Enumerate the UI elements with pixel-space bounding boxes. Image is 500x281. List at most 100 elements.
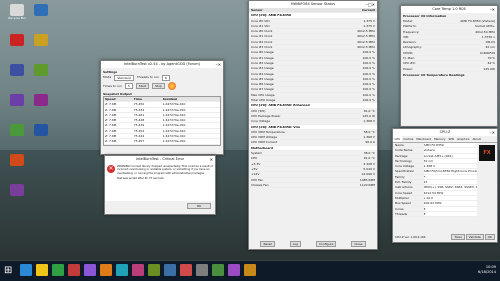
taskbar-app-icon[interactable]	[180, 264, 192, 276]
sensor-value: 100.0 %	[362, 87, 375, 92]
desktop-shortcut-label: Recycle Bin	[8, 16, 26, 20]
system-clock[interactable]: 10:09 6/18/2014	[478, 265, 496, 275]
output-cell: Z: 7.6M	[105, 118, 117, 123]
window-controls-icon[interactable]: –✕	[490, 129, 495, 136]
taskbar-app-icon[interactable]	[116, 264, 128, 276]
start-button-icon[interactable]: ⊞	[4, 265, 15, 276]
sensor-value: 100.0 %	[362, 98, 375, 103]
sensor-value	[313, 103, 377, 107]
cpuz-tab[interactable]: Memory	[433, 136, 447, 142]
times-input[interactable]: 5	[124, 83, 133, 89]
sensor-name: Core #1 VID	[251, 23, 270, 28]
desktop-shortcut[interactable]	[26, 94, 56, 106]
error-dialog-titlebar[interactable]: IntelBurnTest - Critical Error ✕	[105, 156, 215, 163]
application-icon	[10, 34, 24, 46]
cpuz-field-value: Vishera	[423, 148, 477, 153]
desktop-shortcut[interactable]	[26, 34, 56, 46]
cpuz-field-value: 32 nm	[423, 158, 477, 164]
snapshot-output-table[interactable]: Speed Time Residual Z: 7.6M 75.450 1.44727…	[103, 96, 221, 146]
desktop-shortcut[interactable]	[26, 64, 56, 76]
output-cell: 1.447279e-010	[162, 123, 186, 128]
application-icon	[34, 4, 48, 16]
cpuz-field-label: Ext. Family	[395, 180, 412, 185]
cpuz-tab[interactable]: Mainboard	[415, 136, 433, 142]
desktop-shortcut[interactable]	[26, 4, 56, 16]
taskbar-app-icon[interactable]	[36, 264, 48, 276]
cpuz-tab[interactable]: Graphics	[456, 136, 471, 142]
cpuz-field-label: Family	[395, 174, 405, 179]
desktop-shortcut[interactable]	[2, 184, 32, 196]
window-controls-icon[interactable]: –✕	[490, 6, 495, 13]
output-cell: Z: 7.6M	[104, 145, 134, 146]
window-controls-icon[interactable]: –✕	[216, 61, 221, 68]
sensor-row[interactable]: Chassis Fan 1120 RPM	[249, 183, 377, 189]
sensor-name: Core #7 Usage	[251, 87, 274, 92]
sensor-name: Core #2 Clock	[251, 39, 273, 44]
cpuz-titlebar[interactable]: CPU-Z –✕	[393, 129, 497, 136]
stop-button[interactable]: Stop	[152, 83, 165, 89]
taskbar-app-icon[interactable]	[196, 264, 208, 276]
threads-select[interactable]: 8	[161, 75, 170, 81]
coretemp-field-label: CPUID:	[403, 50, 414, 55]
taskbar-app-icon[interactable]	[244, 264, 256, 276]
coretemp-titlebar[interactable]: Core Temp 1.0 RC6 –✕	[401, 6, 497, 13]
burntest-titlebar[interactable]: IntelBurnTest v2.54 - by AgentGOD (Forum…	[101, 61, 223, 68]
application-icon	[10, 124, 24, 136]
close-icon[interactable]: ✕	[210, 156, 213, 163]
sensor-name: Core #4 Usage	[251, 71, 274, 76]
taskbar-app-icon[interactable]	[132, 264, 144, 276]
hwinfo-close-button[interactable]: Close	[351, 241, 366, 247]
cpuz-tab[interactable]: Caches	[402, 136, 415, 142]
sensor-name: +3.3V	[251, 161, 261, 166]
sensor-name: Motherboard	[251, 145, 273, 150]
desktop-shortcut[interactable]	[2, 154, 32, 166]
hwinfo-reset-button[interactable]: Reset	[260, 241, 275, 247]
taskbar-app-icon[interactable]	[20, 264, 32, 276]
window-controls-icon[interactable]: –□✕	[366, 1, 375, 8]
hwinfo-sensor-list[interactable]: CPU [#0]: AMD FX-8350 Core #0 VID 1.375 V C…	[249, 13, 377, 189]
desktop-shortcut[interactable]	[26, 124, 56, 136]
cpuz-tab[interactable]: CPU	[393, 136, 402, 142]
sensor-value: 61.0 °C	[363, 108, 375, 113]
sensor-name: CPU VRM Current	[251, 140, 277, 145]
cpuz-field-value: 1.368 V	[423, 164, 477, 169]
start-button[interactable]: Start	[135, 83, 150, 89]
sensor-name: System	[251, 151, 263, 156]
output-col-residual: Residual	[162, 97, 178, 101]
taskbar-app-icon[interactable]	[68, 264, 80, 276]
sensor-value	[313, 146, 377, 150]
taskbar-app-icon[interactable]	[228, 264, 240, 276]
cpuz-tab[interactable]: SPD	[447, 136, 456, 142]
hwinfo-titlebar[interactable]: HWiNFO64 Sensor Status –□✕	[249, 1, 377, 8]
burntest-window: IntelBurnTest v2.54 - by AgentGOD (Forum…	[100, 60, 224, 155]
coretemp-field-value: 4012.54 MHz	[475, 29, 495, 34]
cpuz-tools-button[interactable]: Tools	[451, 234, 465, 240]
taskbar-app-icon[interactable]	[148, 264, 160, 276]
sensor-value: 61.0 °C	[363, 156, 375, 161]
application-icon	[10, 64, 24, 76]
settings-label: Settings	[103, 70, 118, 74]
taskbar-app-icon[interactable]	[52, 264, 64, 276]
coretemp-title: Core Temp 1.0 RC6	[432, 7, 466, 11]
taskbar-app-icon[interactable]	[84, 264, 96, 276]
sensor-name: CPU [#0]: AMD FX-8350: Vrm	[251, 124, 301, 129]
hwinfo-log-button[interactable]: Log	[289, 241, 302, 247]
output-cell: 1.447279e-010	[162, 107, 186, 112]
cpuz-ok-button[interactable]: OK	[484, 234, 495, 240]
cpuz-validate-button[interactable]: Validate	[465, 234, 484, 240]
taskbar-app-icon[interactable]	[212, 264, 224, 276]
mode-select[interactable]: Standard	[114, 75, 134, 81]
hwinfo-configure-button[interactable]: Configure	[315, 241, 337, 247]
ok-button[interactable]: OK	[187, 203, 211, 209]
sensor-value: 1.375 V	[363, 23, 375, 28]
sensor-name: +5V	[251, 166, 258, 171]
sensor-value	[313, 13, 377, 17]
sensor-name: Core #0 VID	[251, 18, 270, 23]
cpuz-field-label: Package	[395, 153, 408, 158]
sensor-value: 4012.5 MHz	[357, 29, 375, 34]
taskbar-app-icon[interactable]	[100, 264, 112, 276]
cpuz-field-value: F	[423, 174, 477, 180]
taskbar-app-icon[interactable]	[164, 264, 176, 276]
cpuz-tab[interactable]: About	[471, 136, 482, 142]
application-icon	[10, 184, 24, 196]
